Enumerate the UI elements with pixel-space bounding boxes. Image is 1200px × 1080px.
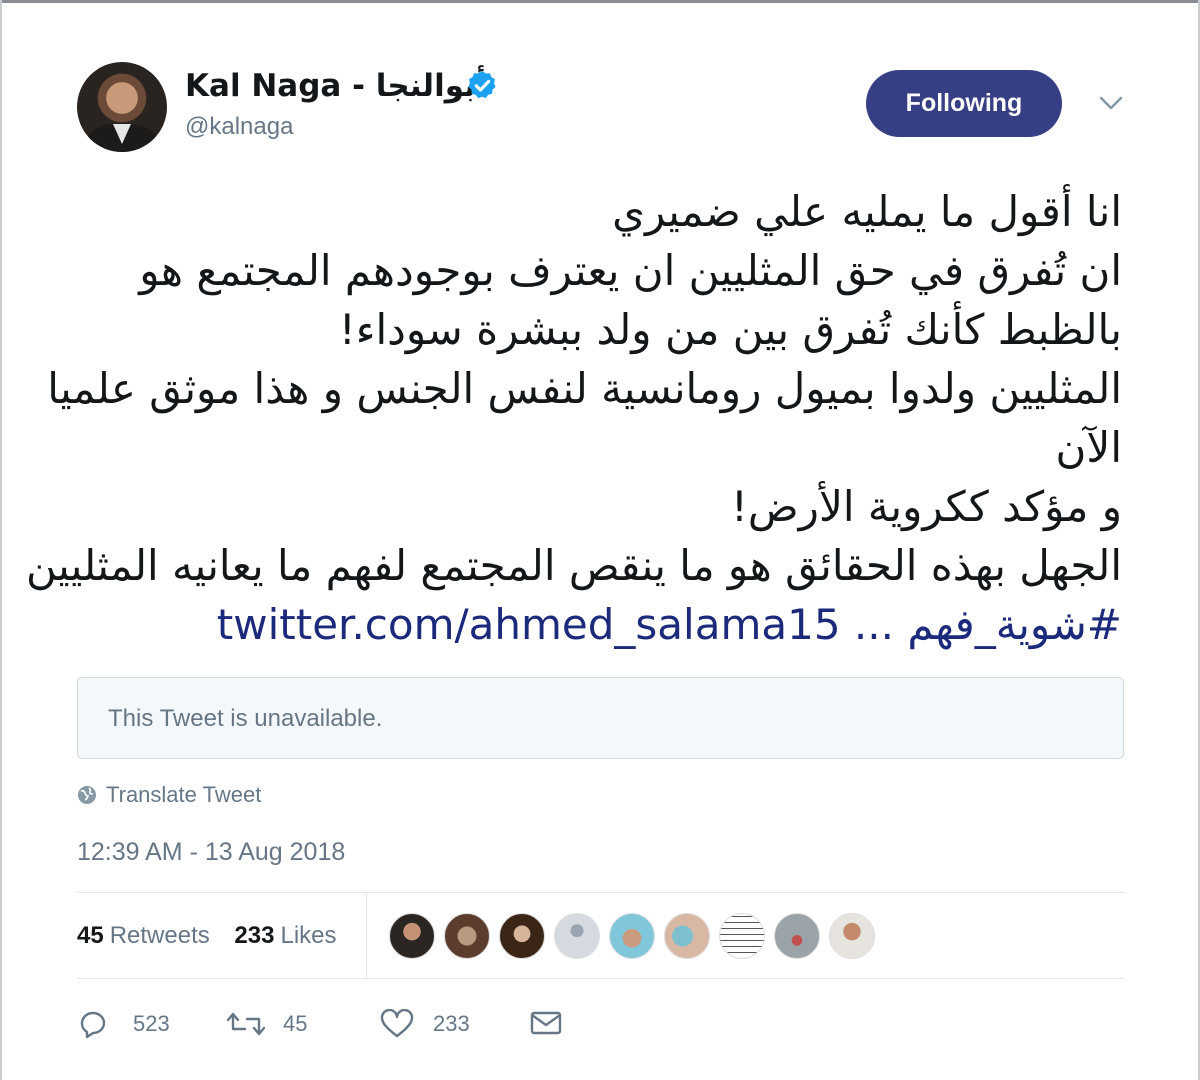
liker-avatar[interactable] <box>389 913 435 959</box>
likes-label: Likes <box>280 922 337 949</box>
liker-avatar[interactable] <box>719 913 765 959</box>
following-button[interactable]: Following <box>866 70 1062 137</box>
window-top-border <box>0 0 1200 3</box>
retweets-count: 45 <box>77 922 104 949</box>
likes-count: 233 <box>234 922 275 949</box>
quoted-tweet-card[interactable]: This Tweet is unavailable. <box>77 677 1124 759</box>
divider <box>77 978 1125 979</box>
tweet-stats: 45 Retweets 233 Likes <box>77 920 337 952</box>
chevron-down-icon[interactable] <box>1098 95 1124 111</box>
divider <box>77 892 1125 893</box>
hashtag-link[interactable]: #شوية_فهم <box>907 600 1122 649</box>
heart-icon <box>380 1009 414 1038</box>
quoted-tweet-text: This Tweet is unavailable. <box>108 705 383 732</box>
window-left-border <box>0 0 2 1080</box>
tweet-line: و مؤكد ككروية الأرض! <box>731 482 1122 531</box>
tweet-line: المثليين ولدوا بميول رومانسية لنفس الجنس… <box>47 364 1122 413</box>
likes-stat[interactable]: 233 Likes <box>234 922 336 949</box>
reply-icon <box>80 1011 106 1039</box>
liker-avatar[interactable] <box>664 913 710 959</box>
like-count: 233 <box>433 1011 470 1036</box>
tweet-line: ان تُفرق في حق المثليين ان يعترف بوجودهم… <box>139 246 1122 295</box>
retweet-count: 45 <box>283 1011 308 1036</box>
liker-avatar[interactable] <box>554 913 600 959</box>
author-avatar[interactable] <box>77 62 167 152</box>
retweets-stat[interactable]: 45 Retweets <box>77 922 210 949</box>
liker-avatar[interactable] <box>499 913 545 959</box>
tweet-line: الآن <box>1055 423 1122 472</box>
liker-avatar[interactable] <box>774 913 820 959</box>
translate-tweet-link[interactable]: Translate Tweet <box>106 780 261 810</box>
tweet-line: الجهل بهذه الحقائق هو ما ينقص المجتمع لف… <box>26 541 1122 590</box>
author-name[interactable]: Kal Naga - أبوالنجا <box>185 66 486 106</box>
liker-avatar[interactable] <box>609 913 655 959</box>
tweet-link-line: #شوية_فهم twitter.com/ahmed_salama15 ... <box>60 595 1122 654</box>
author-handle[interactable]: @kalnaga <box>185 113 293 141</box>
divider <box>366 893 367 978</box>
url-link[interactable]: twitter.com/ahmed_salama15 ... <box>217 600 894 649</box>
retweet-icon <box>227 1012 265 1036</box>
verified-badge-icon <box>468 71 496 99</box>
liker-avatar[interactable] <box>444 913 490 959</box>
liker-avatar[interactable] <box>829 913 875 959</box>
envelope-icon <box>530 1011 562 1035</box>
reply-count: 523 <box>133 1011 170 1036</box>
retweets-label: Retweets <box>109 922 210 949</box>
tweet-line: انا أقول ما يمليه علي ضميري <box>612 187 1122 236</box>
tweet-line: بالظبط كأنك تُفرق بين من ولد ببشرة سوداء… <box>338 305 1122 354</box>
globe-icon[interactable] <box>77 785 97 805</box>
tweet-text: انا أقول ما يمليه علي ضميري ان تُفرق في … <box>26 182 1122 654</box>
tweet-timestamp[interactable]: 12:39 AM - 13 Aug 2018 <box>77 835 345 869</box>
